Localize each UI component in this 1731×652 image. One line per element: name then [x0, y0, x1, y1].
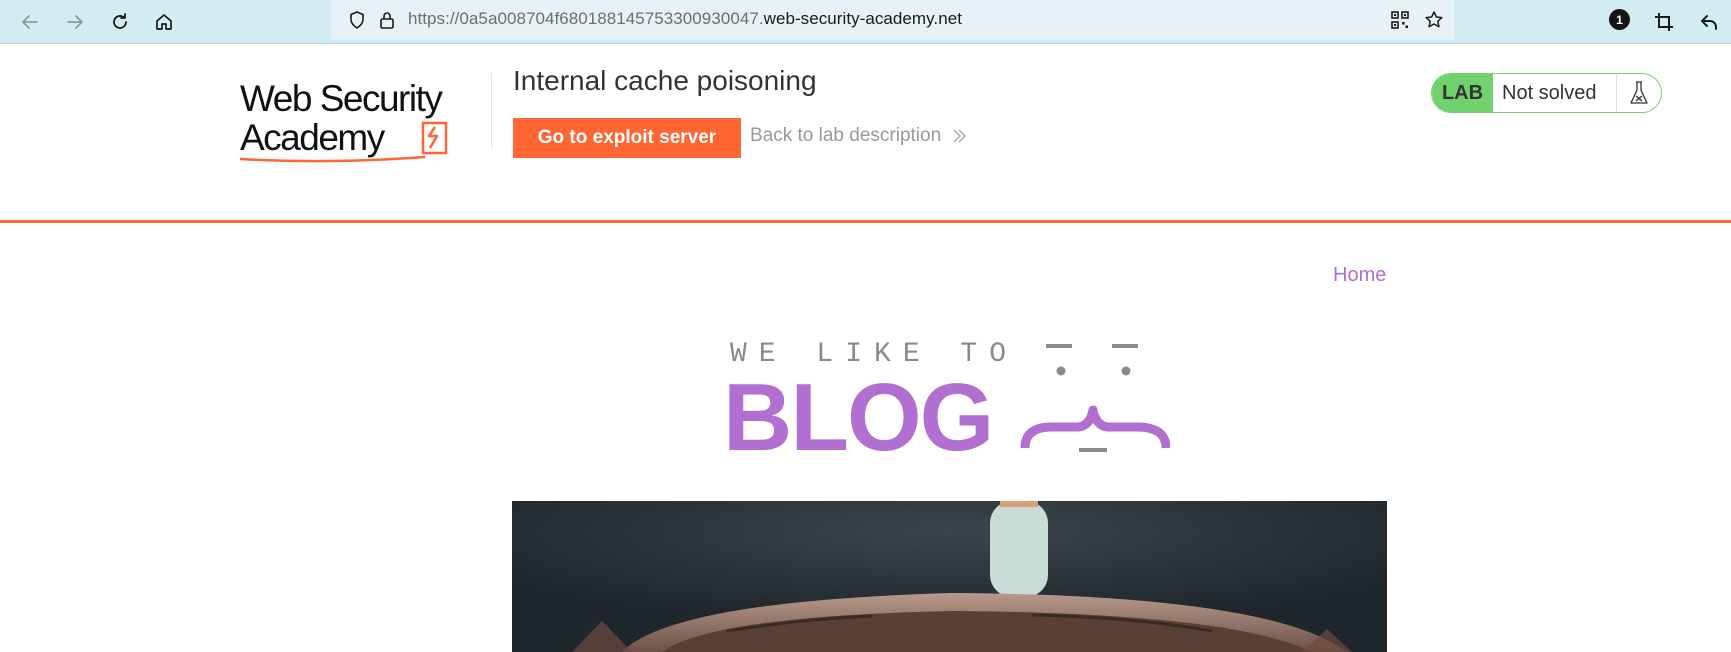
extension-badge[interactable]: 1	[1609, 9, 1630, 30]
exploit-server-button[interactable]: Go to exploit server	[513, 118, 741, 158]
lab-header: Web Security Academy Internal cache pois…	[0, 45, 1731, 223]
logo-line-1: Web Security	[240, 78, 443, 119]
logo-bolt	[427, 126, 439, 149]
blog-banner-logo: WE LIKE TO BLOG	[723, 339, 1170, 462]
browser-toolbar: https://0a5a008704f680188145753300930047…	[0, 0, 1731, 44]
hero-photo	[512, 501, 1387, 652]
face-left-brow	[1046, 344, 1072, 348]
lab-badge: LAB	[1432, 74, 1493, 112]
forward-arrow-icon[interactable]	[59, 6, 91, 38]
face-left-eye	[1056, 366, 1066, 376]
blog-hero-image	[512, 501, 1387, 652]
face-right-brow	[1112, 344, 1138, 348]
reload-icon[interactable]	[104, 6, 136, 38]
face-brace-mouth	[1020, 405, 1170, 449]
flask-icon	[1617, 74, 1661, 112]
lock-icon[interactable]	[371, 4, 403, 36]
lab-status-text: Not solved	[1493, 74, 1617, 112]
logo-line-2: Academy	[240, 117, 386, 158]
web-security-academy-logo[interactable]: Web Security Academy	[240, 75, 490, 171]
back-arrow-icon[interactable]	[14, 6, 46, 38]
logo-divider	[491, 73, 492, 149]
url-path: https://0a5a008704f680188145753300930047…	[408, 9, 764, 28]
qr-code-icon[interactable]	[1384, 4, 1416, 36]
lab-status-widget: LAB Not solved	[1431, 73, 1662, 113]
nav-home-link[interactable]: Home	[1333, 264, 1386, 287]
home-icon[interactable]	[148, 6, 180, 38]
url-text[interactable]: https://0a5a008704f680188145753300930047…	[408, 9, 962, 29]
face-right-eye	[1121, 366, 1131, 376]
bookmark-star-icon[interactable]	[1418, 4, 1450, 36]
url-host: web-security-academy.net	[763, 9, 962, 28]
face-chin	[1079, 448, 1107, 452]
hero-light	[990, 501, 1048, 597]
undo-arrow-icon[interactable]	[1693, 6, 1725, 38]
banner-word: BLOG	[723, 364, 992, 462]
crop-icon[interactable]	[1648, 6, 1680, 38]
back-link-label: Back to lab description	[750, 125, 942, 146]
shield-icon[interactable]	[341, 4, 373, 36]
double-chevron-right-icon	[953, 129, 967, 143]
lab-title: Internal cache poisoning	[513, 65, 817, 96]
back-to-description-link[interactable]: Back to lab description	[750, 125, 967, 147]
